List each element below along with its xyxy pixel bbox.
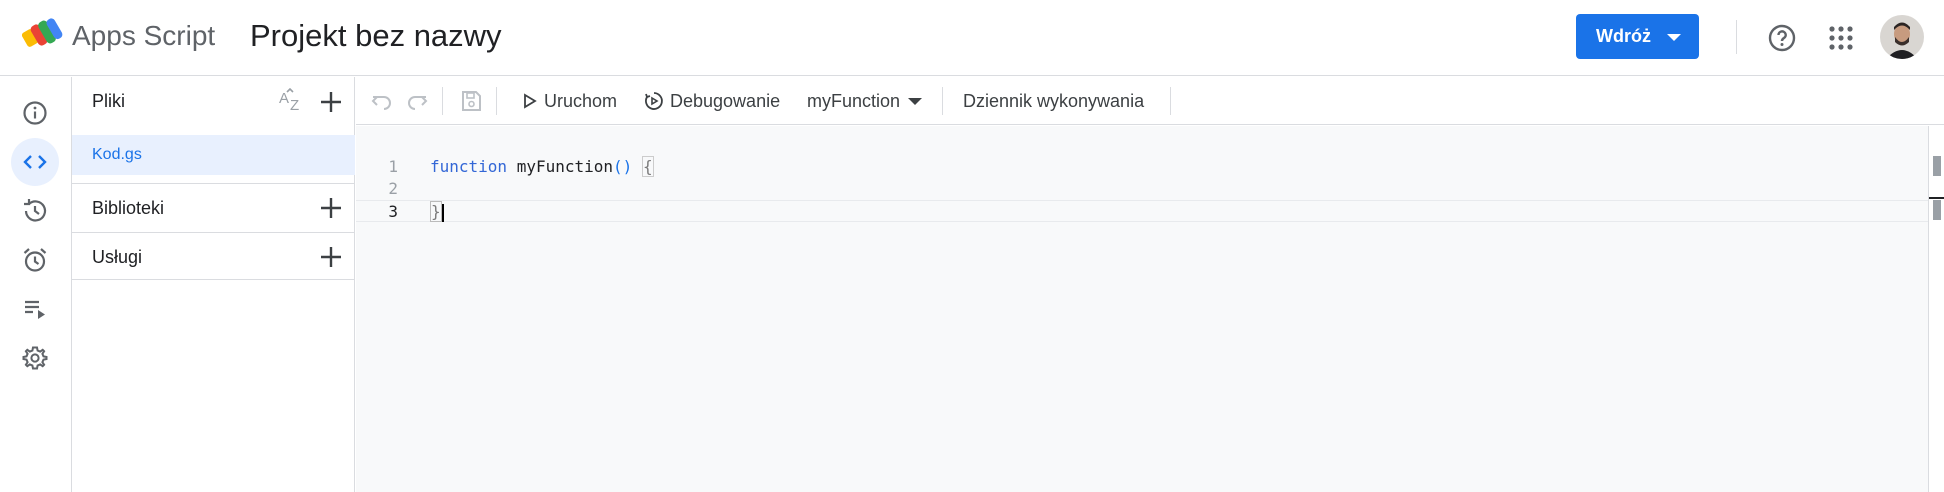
- file-item[interactable]: Kod.gs: [72, 135, 355, 175]
- libraries-section: Biblioteki: [72, 183, 355, 231]
- line-number: 3: [388, 202, 398, 221]
- scroll-marker: [1933, 200, 1941, 220]
- undo-icon[interactable]: [370, 89, 394, 113]
- rail-executions[interactable]: [11, 285, 59, 333]
- header-divider: [1736, 20, 1737, 54]
- history-icon: [24, 199, 47, 222]
- left-nav-rail: [0, 77, 72, 492]
- cursor-marker: [1929, 197, 1944, 199]
- rail-versions[interactable]: [11, 187, 59, 235]
- google-apps-icon[interactable]: [1826, 23, 1856, 53]
- code-line-current: 3 }: [356, 200, 1928, 222]
- svg-text:Z: Z: [290, 97, 299, 114]
- chevron-down-icon: [1667, 34, 1681, 41]
- line-number: 2: [388, 179, 398, 198]
- deploy-button[interactable]: Wdróż: [1576, 14, 1699, 59]
- rail-editor[interactable]: [11, 138, 59, 186]
- redo-icon[interactable]: [405, 89, 429, 113]
- code-editor[interactable]: 1 function myFunction() { 2 3 }: [356, 126, 1928, 492]
- top-header: Apps Script Projekt bez nazwy Wdróż: [0, 0, 1944, 76]
- debug-button[interactable]: Debugowanie: [644, 77, 780, 125]
- playlist-play-icon: [25, 300, 45, 319]
- alarm-clock-icon: [23, 248, 47, 272]
- function-select[interactable]: myFunction: [807, 77, 923, 125]
- apps-script-logo[interactable]: [22, 16, 64, 52]
- svg-text:A: A: [279, 90, 289, 107]
- gear-icon: [22, 346, 48, 370]
- add-file-icon[interactable]: [318, 89, 344, 115]
- help-icon[interactable]: [1766, 22, 1798, 54]
- info-icon: [23, 101, 47, 125]
- code-line: 2: [356, 178, 1928, 200]
- debug-icon: [645, 92, 663, 110]
- play-icon: [524, 93, 537, 109]
- services-label: Usługi: [92, 247, 143, 267]
- toolbar-separator: [942, 87, 943, 115]
- editor-toolbar: Uruchom Debugowanie myFunction Dziennik …: [356, 77, 1944, 125]
- execution-log-label: Dziennik wykonywania: [963, 90, 1145, 111]
- line-number: 1: [388, 157, 398, 176]
- project-title[interactable]: Projekt bez nazwy: [250, 18, 502, 54]
- files-header: Pliki A Z: [72, 77, 355, 125]
- add-library-icon[interactable]: [318, 195, 344, 221]
- services-section: Usługi: [72, 232, 355, 280]
- function-select-value: myFunction: [807, 90, 901, 111]
- rail-overview[interactable]: [11, 89, 59, 137]
- toolbar-separator: [1170, 87, 1171, 115]
- files-panel: Pliki A Z Kod.gs Biblioteki Usługi: [72, 77, 355, 492]
- text-cursor: [441, 203, 444, 222]
- libraries-label: Biblioteki: [92, 198, 165, 218]
- sort-az-icon[interactable]: A Z: [276, 88, 306, 116]
- rail-settings[interactable]: [11, 334, 59, 382]
- code-text: }: [430, 201, 444, 223]
- rail-triggers[interactable]: [11, 236, 59, 284]
- execution-log-button[interactable]: Dziennik wykonywania: [963, 77, 1144, 125]
- toolbar-separator: [496, 87, 497, 115]
- chevron-down-icon: [908, 97, 923, 105]
- save-icon[interactable]: [459, 89, 483, 113]
- scroll-marker: [1933, 156, 1941, 176]
- code-icon: [23, 155, 47, 169]
- code-line: 1 function myFunction() {: [356, 156, 1928, 178]
- account-avatar[interactable]: [1880, 15, 1924, 59]
- files-title: Pliki: [92, 91, 126, 111]
- run-label: Uruchom: [544, 90, 618, 111]
- app-name[interactable]: Apps Script: [72, 20, 215, 52]
- deploy-button-label: Wdróż: [1596, 26, 1651, 46]
- run-button[interactable]: Uruchom: [522, 77, 617, 125]
- toolbar-separator: [442, 87, 443, 115]
- code-text: function myFunction() {: [430, 156, 654, 177]
- debug-label: Debugowanie: [670, 90, 781, 111]
- editor-scrollbar[interactable]: [1928, 126, 1944, 492]
- add-service-icon[interactable]: [318, 244, 344, 270]
